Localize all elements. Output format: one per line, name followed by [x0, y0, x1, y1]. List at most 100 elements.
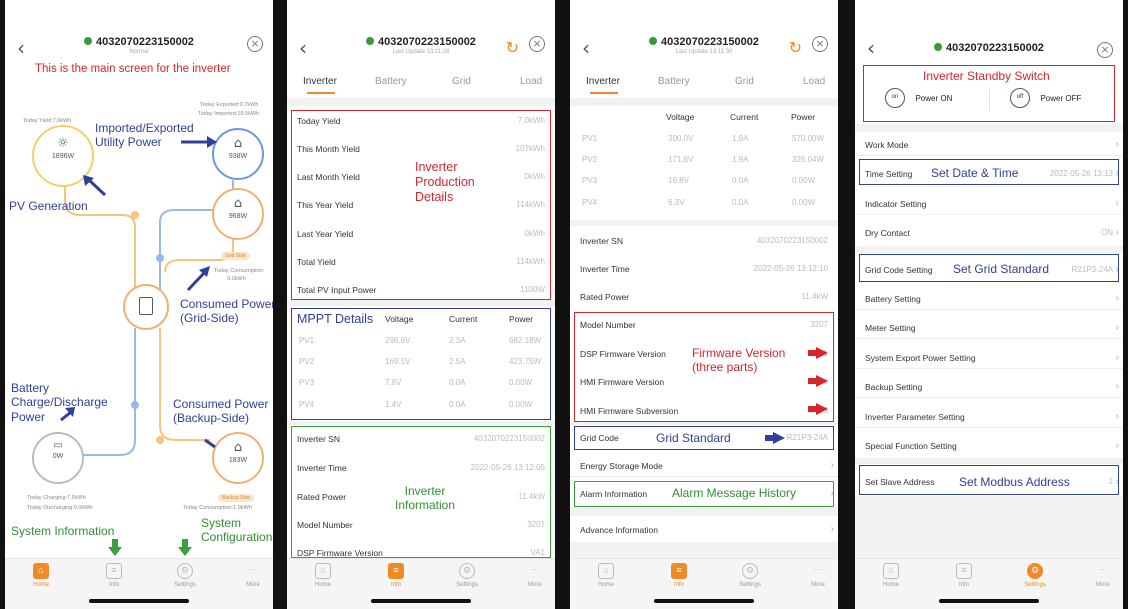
info-tabs: Inverter Battery Grid Load — [570, 72, 838, 98]
row-value: 114kWh — [516, 257, 545, 266]
nav-home[interactable]: ⌂ Home — [586, 563, 626, 588]
divider-band — [287, 421, 555, 425]
device-serial: 40320702231500​02 — [855, 42, 1123, 54]
tab-inverter[interactable]: Inverter — [586, 76, 620, 87]
divider — [855, 155, 1123, 156]
refresh-icon[interactable]: ↻ — [789, 38, 802, 57]
row-value: R21P3-24A — [786, 433, 828, 442]
nav-more[interactable]: ··· More — [1083, 563, 1123, 588]
header: ‹ 40320702231500​02 Last Update:13:11:30… — [570, 32, 838, 62]
nav-info[interactable]: ≡ Info — [376, 563, 416, 588]
row-value: R21P3-24A — [1071, 265, 1113, 274]
power-off-button[interactable]: off Power OFF — [1010, 88, 1081, 108]
row-value: ON — [1101, 228, 1113, 237]
divider-band — [570, 508, 838, 516]
pv-voltage: 300.0V — [668, 134, 694, 143]
nav-home[interactable]: ⌂ Home — [871, 563, 911, 588]
nav-home[interactable]: ⌂ Home — [21, 563, 61, 588]
chevron-right-icon: › — [1115, 440, 1119, 451]
home-icon: ⌂ — [598, 563, 614, 579]
nav-settings-label: Settings — [174, 582, 196, 588]
row-label: DSP Firmware Version — [297, 548, 383, 558]
divider — [989, 89, 990, 111]
nav-settings[interactable]: ⚙ Settings — [447, 563, 487, 588]
nav-info[interactable]: ≡ Info — [659, 563, 699, 588]
chevron-right-icon: › — [1115, 293, 1119, 304]
power-on-button[interactable]: on Power ON — [885, 88, 952, 108]
pv-power: 570.00W — [792, 134, 825, 143]
arrow-to-info-icon — [108, 539, 122, 556]
nav-settings[interactable]: ⚙ Settings — [1015, 563, 1055, 588]
more-icon: ··· — [248, 564, 258, 574]
chevron-right-icon: › — [830, 524, 834, 535]
nav-info[interactable]: ≡ Info — [944, 563, 984, 588]
nav-more[interactable]: ··· More — [798, 563, 838, 588]
nav-more[interactable]: ··· More — [515, 563, 555, 588]
close-icon[interactable]: × — [812, 36, 828, 52]
home-indicator — [89, 599, 189, 603]
empty-area — [855, 496, 1123, 558]
power-off-label: Power OFF — [1040, 93, 1082, 103]
mppt-header-power: Power — [509, 314, 534, 324]
row-label: Energy Storage Mode — [580, 461, 663, 471]
active-tab-indicator — [307, 92, 335, 94]
nav-more-label: More — [528, 582, 542, 588]
row-value: 0kWh — [524, 229, 545, 238]
nav-more[interactable]: ··· More — [233, 563, 273, 588]
row-label: Set Slave Address — [865, 477, 935, 487]
online-status-icon — [366, 37, 375, 45]
nav-home-label: Home — [32, 582, 49, 588]
row-label: Inverter SN — [297, 434, 340, 444]
close-icon[interactable]: × — [1097, 42, 1113, 58]
online-status-icon — [934, 43, 943, 51]
row-label: Inverter Time — [580, 264, 630, 274]
serial-text: 40320702231500​02 — [946, 42, 1044, 54]
tab-battery[interactable]: Battery — [375, 76, 407, 87]
row-label: Grid Code — [580, 433, 619, 443]
nav-settings[interactable]: ⚙ Settings — [730, 563, 770, 588]
tab-load[interactable]: Load — [803, 76, 825, 87]
home-icon: ⌂ — [315, 563, 331, 579]
annotation-standby-switch: Inverter Standby Switch — [923, 69, 1050, 83]
annotation-mppt: MPPT Details — [297, 312, 374, 326]
close-icon[interactable]: × — [529, 36, 545, 52]
pv-current: 1.9A — [732, 134, 749, 143]
row-label: Model Number — [580, 320, 636, 330]
row-label: Total PV Input Power — [297, 285, 377, 295]
tab-battery[interactable]: Battery — [658, 76, 690, 87]
row-label: Meter Setting — [865, 323, 916, 333]
pv-voltage: 16.8V — [668, 176, 689, 185]
mppt-header-current: Current — [449, 314, 478, 324]
mppt-power: 423.75W — [509, 357, 542, 366]
row-label: HMI Firmware Version — [580, 377, 665, 387]
tab-load[interactable]: Load — [520, 76, 542, 87]
row-label: This Year Yield — [297, 200, 354, 210]
row-label: HMI Firmware Subversion — [580, 406, 679, 416]
row-value: 2022-05-26 13:12:05 — [470, 463, 545, 472]
row-value: 3207 — [810, 320, 828, 329]
divider-band — [855, 458, 1123, 464]
divider-band — [287, 300, 555, 306]
pv-current: 1.9A — [732, 155, 749, 164]
nav-home[interactable]: ⌂ Home — [303, 563, 343, 588]
tab-grid[interactable]: Grid — [735, 76, 754, 87]
nav-settings[interactable]: ⚙ Settings — [165, 563, 205, 588]
arrow-grid-code — [765, 432, 785, 444]
online-status-icon — [649, 37, 658, 45]
row-value: 1100W — [520, 285, 545, 294]
refresh-icon[interactable]: ↻ — [506, 38, 519, 57]
annotation-set-grid-standard: Set Grid Standard — [953, 262, 1050, 276]
pv-power: 0.00W — [792, 198, 816, 207]
mppt-voltage: 169.5V — [385, 357, 411, 366]
tab-inverter[interactable]: Inverter — [303, 76, 337, 87]
row-value: 40320702231500​02 — [756, 236, 828, 245]
row-label: Alarm Information — [580, 489, 648, 499]
more-icon: ··· — [530, 564, 540, 574]
nav-home-label: Home — [597, 582, 614, 588]
mppt-name: PV3 — [299, 378, 315, 387]
nav-info[interactable]: ≡ Info — [94, 563, 134, 588]
home-indicator — [939, 599, 1039, 603]
tab-grid[interactable]: Grid — [452, 76, 471, 87]
divider — [855, 368, 1123, 369]
row-label: Last Year Yield — [297, 229, 354, 239]
